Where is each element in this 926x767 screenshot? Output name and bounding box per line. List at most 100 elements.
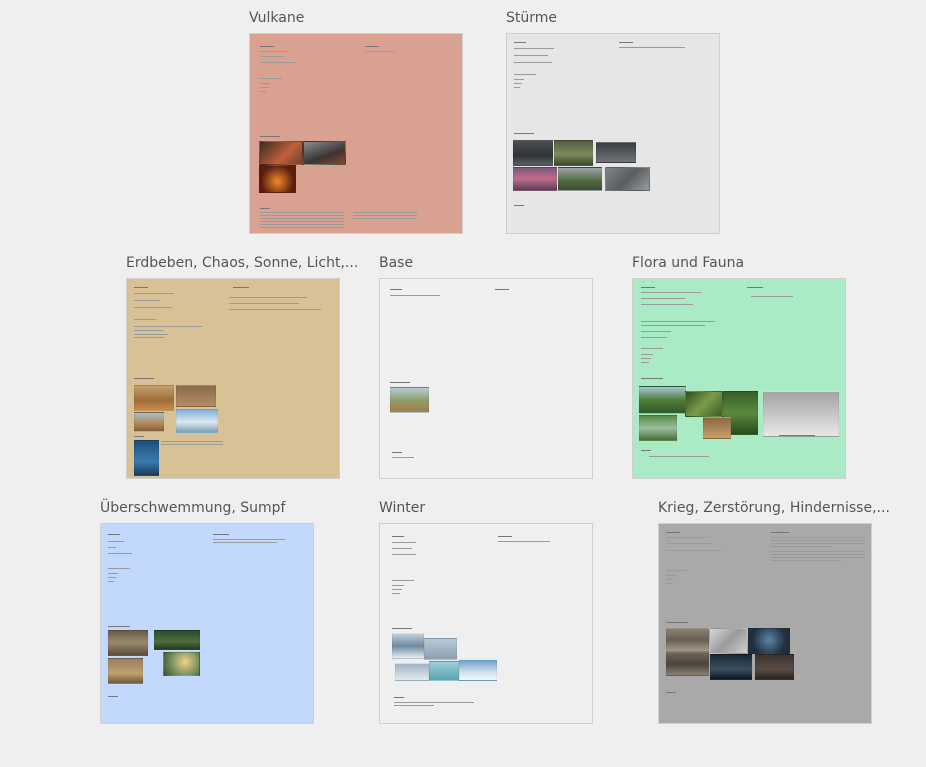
text-line	[161, 444, 223, 445]
text-line	[161, 441, 223, 442]
volcano-photo[interactable]	[259, 165, 296, 193]
war-photo[interactable]	[666, 628, 709, 652]
war-photo[interactable]	[666, 652, 709, 676]
board-base[interactable]	[379, 278, 593, 479]
text-line	[392, 628, 412, 629]
board-flora[interactable]	[632, 278, 846, 479]
frame-title-ueberschwemmung[interactable]: Überschwemmung, Sumpf	[100, 500, 285, 516]
frame-title-krieg[interactable]: Krieg, Zerstörung, Hindernisse,...	[658, 500, 890, 516]
text-line	[134, 436, 144, 437]
nature-photo[interactable]	[639, 415, 677, 441]
text-line	[108, 577, 116, 578]
text-line	[641, 292, 701, 293]
war-photo[interactable]	[710, 654, 752, 680]
text-line	[666, 692, 676, 693]
board-erdbeben[interactable]	[126, 278, 340, 479]
text-line	[392, 548, 412, 549]
text-line	[392, 589, 402, 590]
flood-photo[interactable]	[163, 652, 200, 676]
text-line	[498, 536, 512, 537]
board-stuerme[interactable]	[506, 33, 720, 234]
text-line	[229, 309, 321, 310]
text-line	[771, 532, 789, 533]
text-line	[108, 696, 118, 697]
text-line	[233, 287, 249, 288]
text-line	[392, 580, 414, 581]
winter-photo[interactable]	[459, 659, 497, 681]
text-line	[495, 289, 509, 290]
flood-photo[interactable]	[154, 630, 200, 650]
storm-photo[interactable]	[605, 167, 650, 191]
frame-title-stuerme[interactable]: Stürme	[506, 10, 557, 26]
text-line	[390, 295, 440, 296]
frame-title-vulkane[interactable]: Vulkane	[249, 10, 304, 26]
text-line	[260, 221, 344, 222]
flood-photo[interactable]	[108, 630, 148, 656]
text-line	[394, 705, 434, 706]
text-line	[353, 215, 417, 216]
text-line	[771, 546, 831, 547]
storm-photo[interactable]	[596, 142, 636, 163]
earthquake-photo[interactable]	[134, 412, 164, 432]
text-line	[134, 378, 154, 379]
animal-photo[interactable]	[763, 391, 839, 437]
storm-photo[interactable]	[558, 167, 602, 191]
nature-photo[interactable]	[639, 386, 686, 414]
nature-photo[interactable]	[685, 391, 723, 417]
text-line	[134, 337, 164, 338]
text-line	[392, 542, 416, 543]
map-photo[interactable]	[134, 440, 159, 476]
text-line	[108, 568, 130, 569]
volcano-photo[interactable]	[303, 141, 346, 165]
earthquake-photo[interactable]	[134, 385, 174, 411]
frame-title-erdbeben[interactable]: Erdbeben, Chaos, Sonne, Licht,...	[126, 255, 358, 271]
board-ueberschwemmung[interactable]	[100, 523, 314, 724]
winter-photo[interactable]	[395, 663, 429, 681]
text-line	[260, 218, 344, 219]
earthquake-photo[interactable]	[176, 409, 218, 433]
war-photo[interactable]	[709, 628, 748, 654]
text-line	[514, 62, 552, 63]
storm-photo[interactable]	[554, 140, 593, 166]
text-line	[392, 457, 414, 458]
text-line	[353, 218, 417, 219]
flood-photo[interactable]	[108, 658, 143, 684]
text-line	[134, 293, 174, 294]
text-line	[771, 543, 865, 544]
earthquake-photo[interactable]	[176, 385, 216, 407]
nature-photo[interactable]	[703, 417, 731, 439]
winter-photo[interactable]	[392, 633, 424, 659]
frame-title-winter[interactable]: Winter	[379, 500, 425, 516]
text-line	[771, 557, 865, 558]
landscape-photo[interactable]	[390, 387, 429, 413]
board-winter[interactable]	[379, 523, 593, 724]
storm-photo[interactable]	[513, 167, 557, 191]
text-line	[514, 205, 524, 206]
text-line	[641, 304, 693, 305]
frame-title-flora[interactable]: Flora und Fauna	[632, 255, 744, 271]
canvas[interactable]: { "frames": [ {"id":"vulkane","title":"V…	[0, 0, 926, 767]
text-line	[260, 136, 280, 137]
text-line	[666, 622, 688, 623]
text-line	[666, 570, 688, 571]
text-line	[641, 331, 671, 332]
text-line	[771, 560, 841, 561]
text-line	[260, 56, 284, 57]
frame-title-base[interactable]: Base	[379, 255, 413, 271]
text-line	[134, 300, 160, 301]
war-photo[interactable]	[748, 628, 790, 654]
board-vulkane[interactable]	[249, 33, 463, 234]
storm-photo[interactable]	[513, 140, 553, 166]
text-line	[108, 534, 120, 535]
text-line	[134, 326, 202, 327]
text-line	[514, 133, 534, 134]
winter-photo[interactable]	[424, 638, 457, 660]
text-line	[641, 337, 667, 338]
volcano-photo[interactable]	[259, 141, 303, 165]
war-photo[interactable]	[755, 654, 794, 680]
text-line	[108, 573, 118, 574]
board-krieg[interactable]	[658, 523, 872, 724]
text-line	[747, 287, 763, 288]
winter-photo[interactable]	[429, 661, 459, 681]
text-line	[392, 585, 404, 586]
